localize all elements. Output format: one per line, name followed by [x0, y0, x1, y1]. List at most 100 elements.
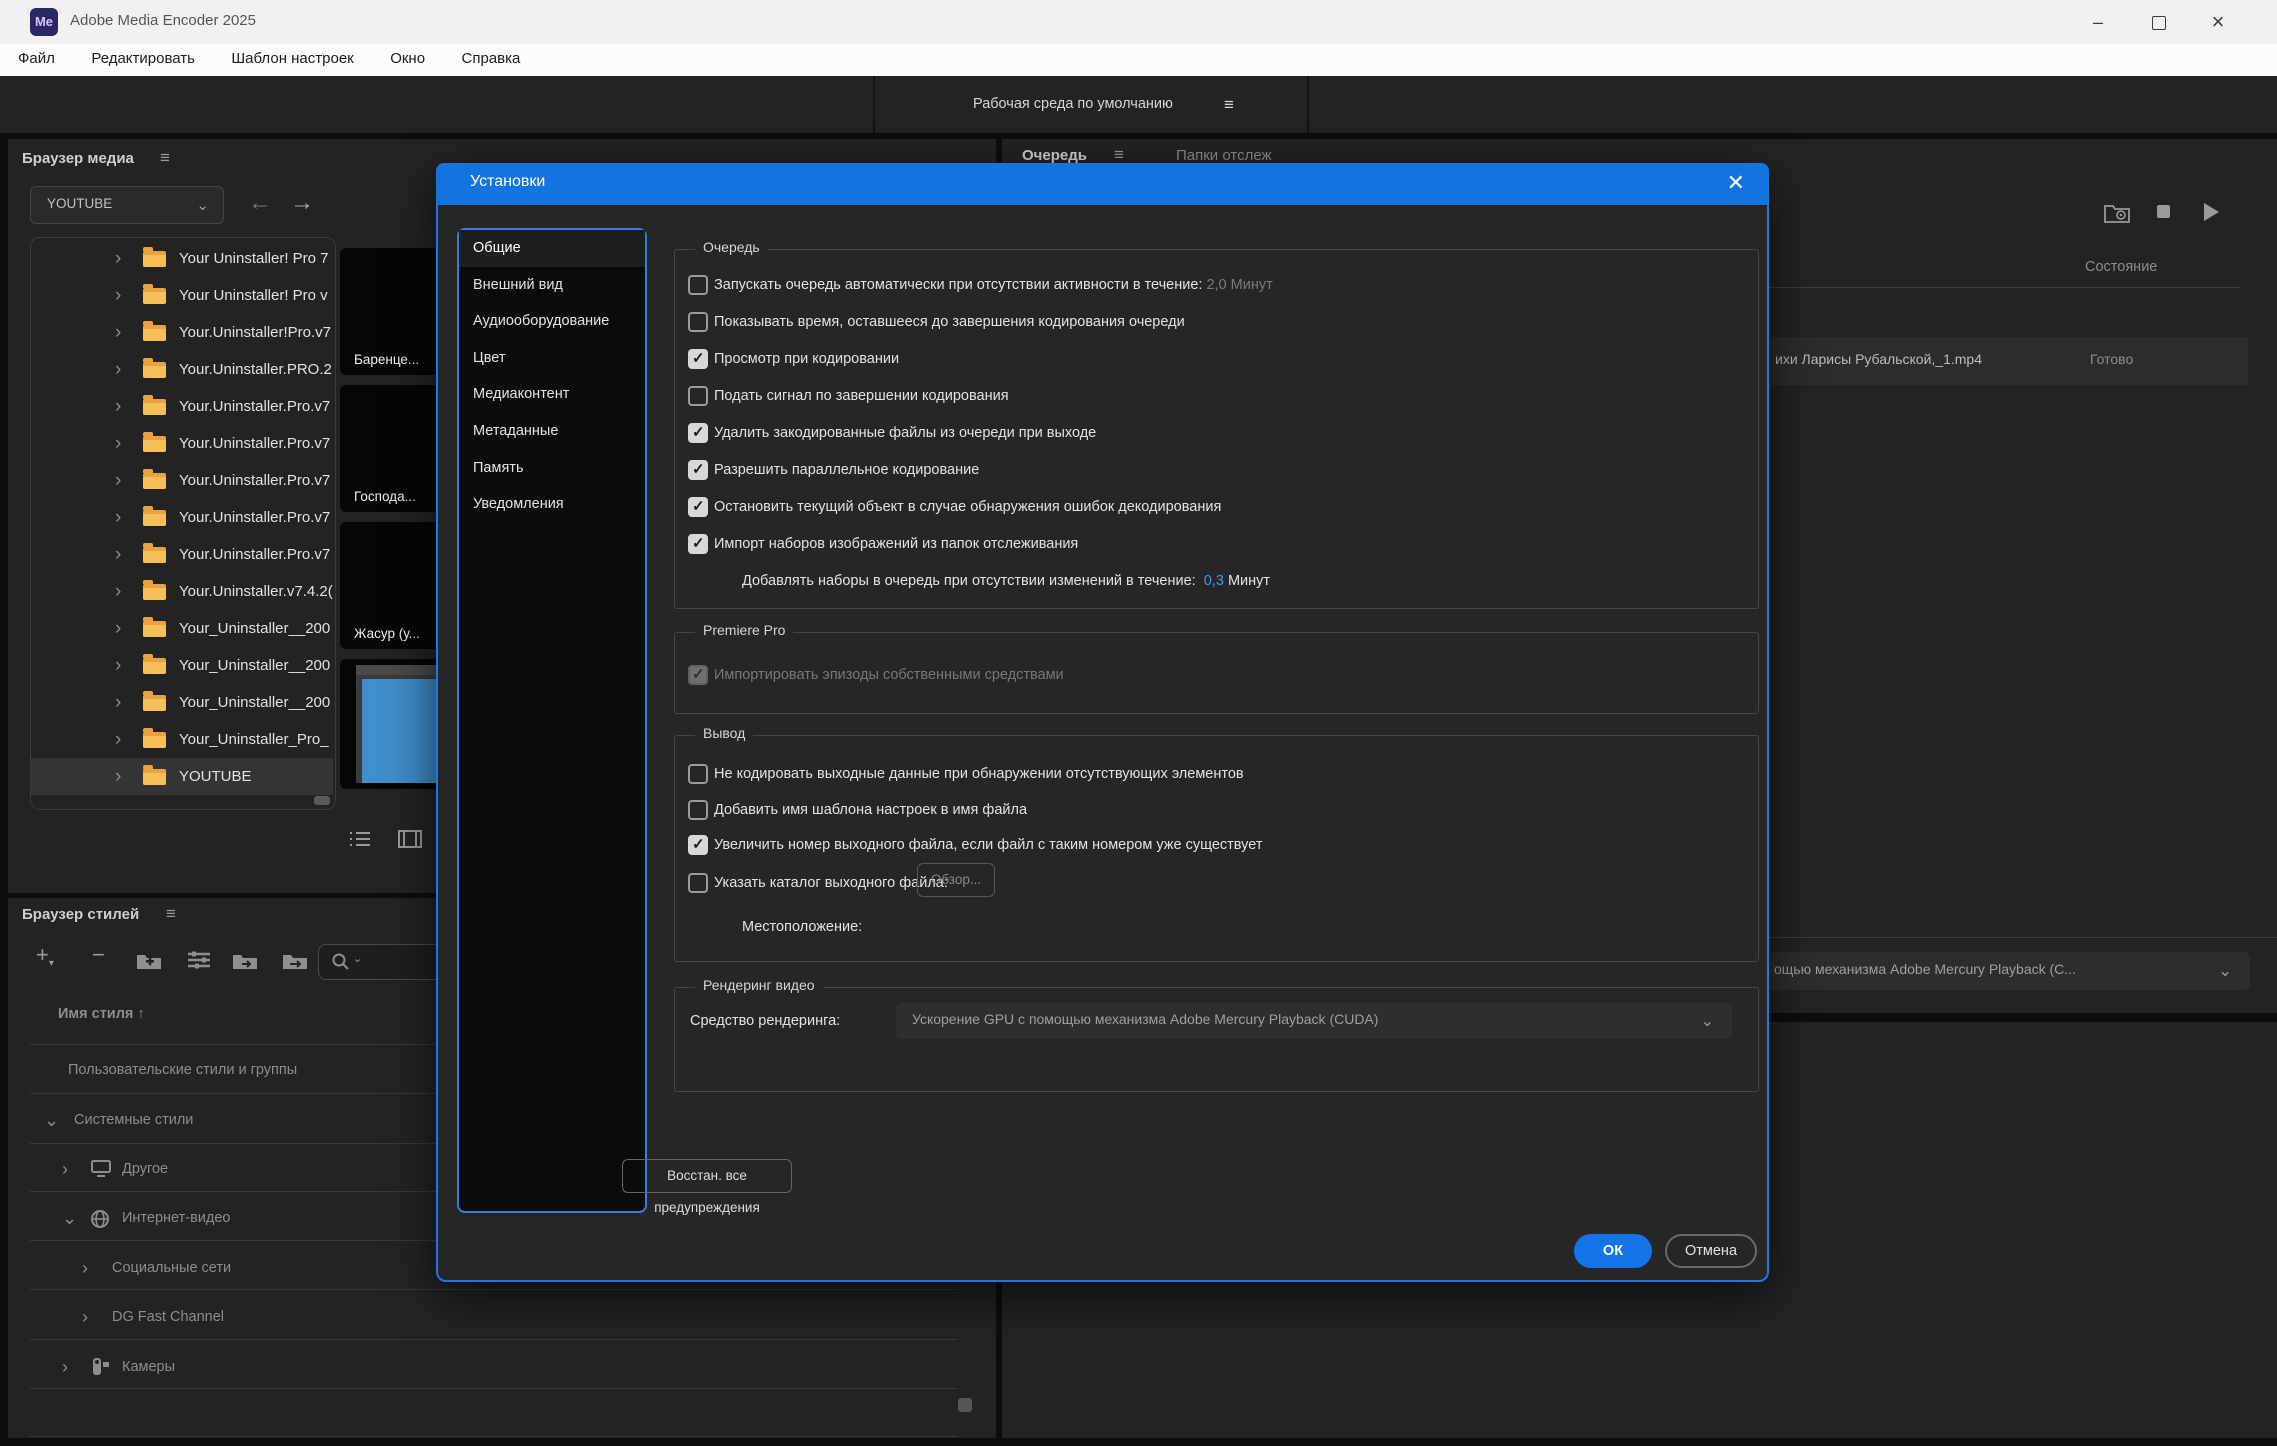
checkbox-checked[interactable]: [688, 497, 708, 517]
menu-preset[interactable]: Шаблон настроек: [215, 44, 369, 73]
media-source-dropdown[interactable]: YOUTUBE ⌄: [30, 186, 224, 224]
preset-row-dg-fast[interactable]: › DG Fast Channel: [8, 1302, 958, 1332]
status-column-header[interactable]: Состояние: [2085, 259, 2157, 275]
checkbox-checked[interactable]: [688, 460, 708, 480]
checkbox-checked[interactable]: [688, 349, 708, 369]
dialog-tab-color[interactable]: Цвет: [459, 340, 645, 377]
tree-row-selected[interactable]: ›YOUTUBE: [31, 758, 333, 795]
dialog-tab-audio[interactable]: Аудиооборудование: [459, 303, 645, 340]
close-button[interactable]: ×: [2198, 11, 2238, 33]
watch-delay-value[interactable]: 0,3: [1204, 573, 1224, 589]
chevron-right-icon[interactable]: ›: [115, 462, 121, 499]
tab-watch-folders[interactable]: Папки отслеж: [1176, 147, 1272, 164]
tree-row[interactable]: ›Your_Uninstaller__200: [31, 684, 333, 721]
chevron-right-icon[interactable]: ›: [82, 1302, 88, 1332]
ok-button[interactable]: ОК: [1574, 1234, 1652, 1268]
chevron-right-icon[interactable]: ›: [115, 388, 121, 425]
preset-row-cameras[interactable]: › Камеры: [8, 1352, 958, 1382]
remove-preset-button[interactable]: −: [92, 942, 105, 968]
dialog-tab-metadata[interactable]: Метаданные: [459, 413, 645, 450]
scrollbar-thumb[interactable]: [958, 1398, 972, 1412]
checkbox-checked[interactable]: [688, 423, 708, 443]
menu-edit[interactable]: Редактировать: [75, 44, 211, 73]
tree-row[interactable]: ›Your_Uninstaller__200: [31, 610, 333, 647]
tree-row[interactable]: ›Your.Uninstaller.Pro.v7: [31, 425, 333, 462]
chevron-right-icon[interactable]: ›: [115, 425, 121, 462]
checkbox[interactable]: [688, 312, 708, 332]
chevron-right-icon[interactable]: ›: [115, 499, 121, 536]
minimize-button[interactable]: –: [2078, 11, 2118, 33]
browse-button[interactable]: Обзор...: [917, 863, 995, 897]
menu-file[interactable]: Файл: [2, 44, 71, 73]
tab-queue[interactable]: Очередь: [1022, 147, 1087, 164]
chevron-right-icon[interactable]: ›: [115, 573, 121, 610]
chevron-right-icon[interactable]: ›: [115, 684, 121, 721]
new-group-icon[interactable]: [136, 950, 162, 970]
auto-encode-watch-folders-icon[interactable]: [2104, 201, 2130, 223]
chevron-right-icon[interactable]: ›: [115, 610, 121, 647]
tree-row[interactable]: ›Your.Uninstaller.Pro.v7: [31, 536, 333, 573]
preset-column-header[interactable]: Имя стиля ↑: [58, 1006, 145, 1022]
chevron-right-icon[interactable]: ›: [115, 536, 121, 573]
list-view-icon[interactable]: [348, 829, 372, 849]
chevron-right-icon[interactable]: ›: [62, 1154, 68, 1184]
checkbox-checked[interactable]: [688, 534, 708, 554]
dialog-tab-media[interactable]: Медиаконтент: [459, 376, 645, 413]
import-preset-icon[interactable]: [232, 950, 258, 970]
thumbnail-view-icon[interactable]: [398, 829, 422, 849]
checkbox-checked[interactable]: [688, 835, 708, 855]
dialog-tab-memory[interactable]: Память: [459, 450, 645, 487]
tree-row[interactable]: ›Your.Uninstaller.Pro.v7: [31, 499, 333, 536]
tree-row[interactable]: ›Your.Uninstaller.Pro.v7: [31, 388, 333, 425]
chevron-right-icon[interactable]: ›: [115, 721, 121, 758]
tree-row[interactable]: ›Your.Uninstaller.v7.4.2(: [31, 573, 333, 610]
workspace-menu-icon[interactable]: ≡: [1224, 95, 1234, 115]
dialog-close-icon[interactable]: ✕: [1727, 170, 1745, 196]
chevron-right-icon[interactable]: ›: [115, 758, 121, 795]
media-browser-menu-icon[interactable]: ≡: [160, 148, 170, 168]
cancel-button[interactable]: Отмена: [1665, 1234, 1757, 1268]
forward-arrow-icon[interactable]: →: [290, 189, 314, 217]
tree-row[interactable]: ›Your.Uninstaller!Pro.v7: [31, 314, 333, 351]
chevron-down-icon: ⌄: [2218, 961, 2232, 981]
chevron-down-icon[interactable]: ⌄: [62, 1203, 77, 1233]
queue-menu-icon[interactable]: ≡: [1114, 145, 1124, 165]
back-arrow-icon[interactable]: ←: [248, 189, 272, 217]
tree-row[interactable]: ›Your_Uninstaller_Pro_: [31, 721, 333, 758]
dialog-tab-general[interactable]: Общие: [459, 230, 645, 267]
chevron-right-icon[interactable]: ›: [115, 314, 121, 351]
checkbox[interactable]: [688, 764, 708, 784]
start-queue-icon[interactable]: [2204, 203, 2219, 221]
chevron-right-icon[interactable]: ›: [62, 1352, 68, 1382]
add-preset-button[interactable]: +▾: [36, 942, 54, 969]
stop-queue-icon[interactable]: [2157, 205, 2170, 218]
preset-browser-menu-icon[interactable]: ≡: [166, 904, 176, 924]
checkbox[interactable]: [688, 386, 708, 406]
menu-window[interactable]: Окно: [374, 44, 441, 73]
chevron-right-icon[interactable]: ›: [115, 351, 121, 388]
scrollbar-thumb[interactable]: [314, 796, 330, 805]
maximize-button[interactable]: [2152, 16, 2166, 30]
menu-help[interactable]: Справка: [446, 44, 537, 73]
chevron-down-icon[interactable]: ⌄: [44, 1105, 59, 1135]
tree-row[interactable]: ›Your Uninstaller! Pro 7: [31, 240, 333, 277]
tree-row[interactable]: ›Your.Uninstaller.Pro.v7: [31, 462, 333, 499]
tree-row[interactable]: ›Your_Uninstaller__200: [31, 647, 333, 684]
tree-row[interactable]: ›Your Uninstaller! Pro v: [31, 277, 333, 314]
tree-row[interactable]: ›Your.Uninstaller.PRO.2: [31, 351, 333, 388]
dialog-tab-notifications[interactable]: Уведомления: [459, 486, 645, 523]
dialog-header[interactable]: Установки ✕: [436, 163, 1769, 205]
reset-warnings-button[interactable]: Восстан. все предупреждения: [622, 1159, 792, 1193]
export-preset-icon[interactable]: [282, 950, 308, 970]
chevron-right-icon[interactable]: ›: [82, 1253, 88, 1283]
chevron-right-icon[interactable]: ›: [115, 277, 121, 314]
chevron-right-icon[interactable]: ›: [115, 240, 121, 277]
renderer-select[interactable]: Ускорение GPU с помощью механизма Adobe …: [896, 1003, 1732, 1039]
preset-settings-icon[interactable]: [186, 950, 212, 970]
checkbox[interactable]: [688, 873, 708, 893]
dialog-tab-appearance[interactable]: Внешний вид: [459, 267, 645, 304]
chevron-right-icon[interactable]: ›: [115, 647, 121, 684]
checkbox[interactable]: [688, 800, 708, 820]
checkbox[interactable]: [688, 275, 708, 295]
workspace-tab[interactable]: Рабочая среда по умолчанию: [973, 96, 1173, 112]
